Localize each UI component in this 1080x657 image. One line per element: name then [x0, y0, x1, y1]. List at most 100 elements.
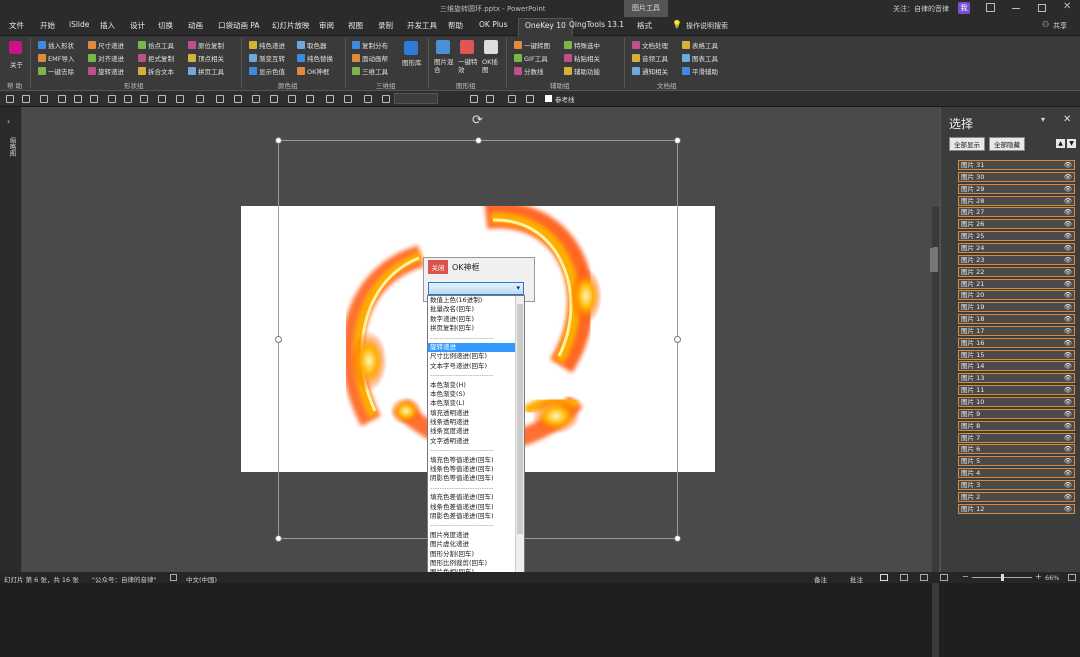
- accessibility-icon[interactable]: [170, 574, 177, 581]
- user-avatar[interactable]: 我: [958, 2, 970, 14]
- pane-options-chevron-icon[interactable]: ▾: [1041, 115, 1045, 124]
- visibility-eye-icon[interactable]: 👁: [1064, 208, 1072, 216]
- layer-item[interactable]: 图片 14 👁: [958, 361, 1075, 372]
- resize-handle-br[interactable]: [674, 535, 681, 542]
- visibility-eye-icon[interactable]: 👁: [1064, 244, 1072, 252]
- dialog-close-button[interactable]: 关闭: [428, 260, 448, 274]
- dropdown-option[interactable]: 图片虚化递进: [428, 540, 515, 549]
- menu-tab-8[interactable]: 幻灯片放映: [272, 20, 310, 31]
- dropdown-option[interactable]: 图形比例裁剪(回车): [428, 559, 515, 568]
- qat-tool-icon-11[interactable]: [196, 95, 204, 103]
- aux-col1-1[interactable]: GIF工具: [514, 53, 548, 63]
- qat-tool-icon-7[interactable]: [124, 95, 132, 103]
- menu-tab-10[interactable]: 视图: [348, 20, 363, 31]
- visibility-eye-icon[interactable]: 👁: [1064, 291, 1072, 299]
- zoom-percent[interactable]: 66%: [1045, 574, 1059, 582]
- thumbnail-pane[interactable]: › 缩略图: [0, 107, 22, 572]
- shape-col3-1[interactable]: 拒式复制: [138, 53, 174, 63]
- qat-tool-icon-1[interactable]: [22, 95, 30, 103]
- shape-col4-0[interactable]: 原位复制: [188, 40, 224, 50]
- zoom-in-icon[interactable]: +: [1035, 572, 1042, 581]
- dropdown-option[interactable]: 尺寸比例递进(回车): [428, 352, 515, 361]
- slideshow-view-icon[interactable]: [940, 574, 948, 581]
- panel-scroll-thumb[interactable]: [930, 248, 938, 272]
- search-box[interactable]: 操作说明搜索: [686, 21, 728, 31]
- shape-col1-1[interactable]: EMF导入: [38, 53, 74, 63]
- menu-tab-16[interactable]: QingTools 13.1: [569, 20, 624, 29]
- 3d-col-1[interactable]: 面动画帮: [352, 53, 388, 63]
- function-dropdown-list[interactable]: 数值上色(16进制) 批量改名(回车) 数字递进(回车) 拼页复制(回车) ------…: [427, 295, 525, 583]
- dropdown-option[interactable]: 拼页复制(回车): [428, 324, 515, 333]
- resize-handle-r[interactable]: [674, 336, 681, 343]
- menu-tab-2[interactable]: iSlide: [69, 20, 89, 29]
- layer-item[interactable]: 图片 11 👁: [958, 385, 1075, 396]
- image-tool-button-0[interactable]: 图片混合: [434, 58, 456, 74]
- visibility-eye-icon[interactable]: 👁: [1064, 339, 1072, 347]
- visibility-eye-icon[interactable]: 👁: [1064, 469, 1072, 477]
- menu-tab-9[interactable]: 审阅: [319, 20, 334, 31]
- layer-item[interactable]: 图片 17 👁: [958, 325, 1075, 336]
- layer-item[interactable]: 图片 20 👁: [958, 290, 1075, 301]
- minimize-icon[interactable]: [1012, 8, 1020, 9]
- menu-tab-5[interactable]: 切换: [158, 20, 173, 31]
- visibility-eye-icon[interactable]: 👁: [1064, 410, 1072, 418]
- dropdown-option[interactable]: 图片亮度递进: [428, 531, 515, 540]
- hide-all-button[interactable]: 全部隐藏: [989, 137, 1025, 151]
- shape-col2-0[interactable]: 尺寸递进: [88, 40, 124, 50]
- aux-col1-2[interactable]: 分数线: [514, 66, 544, 76]
- shape-col3-2[interactable]: 拆合文本: [138, 66, 174, 76]
- qat-tool-icon-2[interactable]: [40, 95, 48, 103]
- fit-slide-icon[interactable]: [1068, 574, 1076, 581]
- resize-handle-bl[interactable]: [275, 535, 282, 542]
- shape-col2-1[interactable]: 对齐递进: [88, 53, 124, 63]
- visibility-eye-icon[interactable]: 👁: [1064, 220, 1072, 228]
- layer-item[interactable]: 图片 12 👁: [958, 503, 1075, 514]
- doc-col2-0[interactable]: 表格工具: [682, 40, 718, 50]
- aux-col2-2[interactable]: 辅助功能: [564, 66, 600, 76]
- shape-col1-2[interactable]: 一键去除: [38, 66, 74, 76]
- visibility-eye-icon[interactable]: 👁: [1064, 173, 1072, 181]
- doc-col2-1[interactable]: 图表工具: [682, 53, 718, 63]
- image-tool-button-1[interactable]: 一键特效: [458, 58, 480, 74]
- resize-handle-tl[interactable]: [275, 137, 282, 144]
- dropdown-option[interactable]: 文本字号递进(回车): [428, 362, 515, 371]
- ref-line-checkbox[interactable]: [545, 95, 552, 102]
- visibility-eye-icon[interactable]: 👁: [1064, 457, 1072, 465]
- dropdown-option[interactable]: 文字透明递进: [428, 437, 515, 446]
- layer-item[interactable]: 图片 6 👁: [958, 444, 1075, 455]
- rotate-handle-icon[interactable]: ⟳: [472, 113, 483, 128]
- visibility-eye-icon[interactable]: 👁: [1064, 386, 1072, 394]
- image-tool-icon-2[interactable]: [484, 40, 498, 54]
- visibility-eye-icon[interactable]: 👁: [1064, 327, 1072, 335]
- qat-tool-icon-22[interactable]: [470, 95, 478, 103]
- visibility-eye-icon[interactable]: 👁: [1064, 374, 1072, 382]
- sorter-view-icon[interactable]: [900, 574, 908, 581]
- menu-tab-0[interactable]: 文件: [9, 20, 24, 31]
- color-col1-1[interactable]: 渐变互转: [249, 53, 285, 63]
- qat-tool-icon-21[interactable]: [382, 95, 390, 103]
- dropdown-option[interactable]: 线条宽度递进: [428, 427, 515, 436]
- visibility-eye-icon[interactable]: 👁: [1064, 481, 1072, 489]
- combo-arrow-icon[interactable]: ▾: [516, 284, 520, 292]
- qat-tool-icon-10[interactable]: [176, 95, 184, 103]
- qat-tool-icon-6[interactable]: [108, 95, 116, 103]
- aux-col1-0[interactable]: 一键转图: [514, 40, 550, 50]
- move-up-icon[interactable]: ▲: [1056, 139, 1065, 148]
- layer-item[interactable]: 图片 8 👁: [958, 420, 1075, 431]
- layer-item[interactable]: 图片 15 👁: [958, 349, 1075, 360]
- layer-item[interactable]: 图片 19 👁: [958, 302, 1075, 313]
- dropdown-option[interactable]: 填充透明递进: [428, 409, 515, 418]
- visibility-eye-icon[interactable]: 👁: [1064, 268, 1072, 276]
- doc-col1-1[interactable]: 音频工具: [632, 53, 668, 63]
- qat-tool-icon-13[interactable]: [234, 95, 242, 103]
- layer-item[interactable]: 图片 18 👁: [958, 314, 1075, 325]
- layer-item[interactable]: 图片 2 👁: [958, 491, 1075, 502]
- layer-item[interactable]: 图片 30 👁: [958, 171, 1075, 182]
- qat-tool-icon-0[interactable]: [6, 95, 14, 103]
- about-button[interactable]: 关于: [10, 59, 23, 69]
- menu-tab-15[interactable]: OneKey 10: [518, 18, 573, 36]
- pane-close-icon[interactable]: ✕: [1063, 114, 1071, 125]
- qat-tool-icon-3[interactable]: [58, 95, 66, 103]
- doc-col1-0[interactable]: 文档处理: [632, 40, 668, 50]
- menu-tab-12[interactable]: 开发工具: [407, 20, 437, 31]
